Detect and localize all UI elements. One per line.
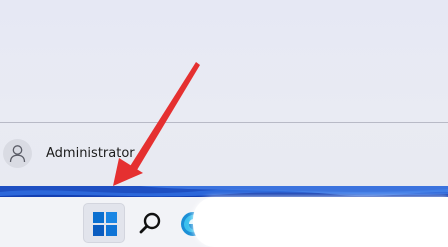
user-name: Administrator — [46, 146, 135, 161]
start-button[interactable] — [83, 203, 125, 243]
person-icon — [9, 145, 26, 163]
avatar — [3, 139, 32, 168]
start-menu-divider — [0, 122, 448, 123]
user-account-button[interactable]: Administrator — [0, 134, 250, 176]
windows-logo-icon — [93, 212, 117, 236]
search-button[interactable] — [133, 205, 167, 241]
search-icon — [139, 212, 161, 234]
redacted-taskbar-area — [193, 197, 448, 247]
start-menu: Administrator — [0, 0, 448, 186]
